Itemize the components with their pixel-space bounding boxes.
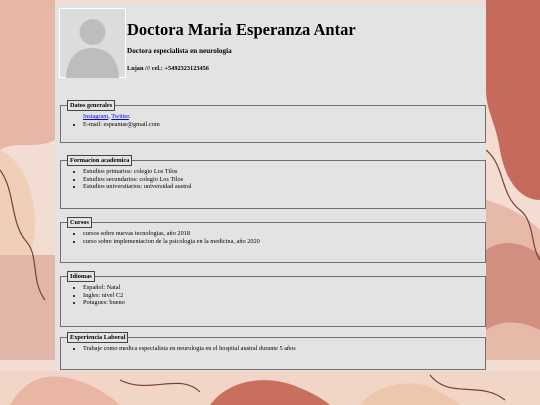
languages-list: Español: Natal Ingles: nivel C2 Potugues… <box>67 284 479 307</box>
list-item: Estudios secundarios: colegio Los Tilos <box>83 176 479 184</box>
section-education: Formacion academica Estudios primarios: … <box>60 155 486 209</box>
list-item: Ingles: nivel C2 <box>83 292 479 300</box>
experience-list: Trabaje como medica especialista en neur… <box>67 345 479 353</box>
section-languages: Idiomas Español: Natal Ingles: nivel C2 … <box>60 271 486 327</box>
email-item: E-mail: espeantar@gmail.com <box>83 121 479 129</box>
list-item: Trabaje como medica especialista en neur… <box>83 345 479 353</box>
list-item: curso sobre implementacion de la psicolo… <box>83 238 479 246</box>
profile-subtitle: Doctora especialista en neurologia <box>127 47 232 55</box>
profile-contact: Lujan /// cel.: +5492323123456 <box>127 65 209 72</box>
section-courses-title: Cursos <box>67 217 92 228</box>
section-experience-title: Experiencia Laboral <box>67 332 129 343</box>
resume-panel: Doctora Maria Esperanza Antar Doctora es… <box>55 4 486 371</box>
link-period: . <box>128 113 131 120</box>
list-item: Estudios universitarios: universidad aus… <box>83 183 479 191</box>
section-experience: Experiencia Laboral Trabaje como medica … <box>60 332 486 370</box>
twitter-link[interactable]: Twitter <box>111 113 129 120</box>
list-item: cursos sobre nuevas tecnologias, año 201… <box>83 230 479 238</box>
list-item: Potugues: bueno <box>83 299 479 307</box>
list-item: Estudios primarios: colegio Los Tilos <box>83 168 479 176</box>
instagram-link[interactable]: Instagram <box>83 113 108 120</box>
list-item: Español: Natal <box>83 284 479 292</box>
social-links-item: Instagram, Twitter. <box>83 113 479 121</box>
user-silhouette-icon <box>59 8 126 78</box>
profile-name: Doctora Maria Esperanza Antar <box>127 20 356 39</box>
education-list: Estudios primarios: colegio Los Tilos Es… <box>67 168 479 191</box>
section-general-title: Datos generales <box>67 100 116 111</box>
section-languages-title: Idiomas <box>67 271 95 282</box>
profile-header: Doctora Maria Esperanza Antar Doctora es… <box>55 4 486 92</box>
general-list: Instagram, Twitter. E-mail: espeantar@gm… <box>67 113 479 128</box>
courses-list: cursos sobre nuevas tecnologias, año 201… <box>67 230 479 245</box>
section-education-title: Formacion academica <box>67 155 133 166</box>
section-general: Datos generales Instagram, Twitter. E-ma… <box>60 100 486 143</box>
section-courses: Cursos cursos sobre nuevas tecnologias, … <box>60 217 486 263</box>
